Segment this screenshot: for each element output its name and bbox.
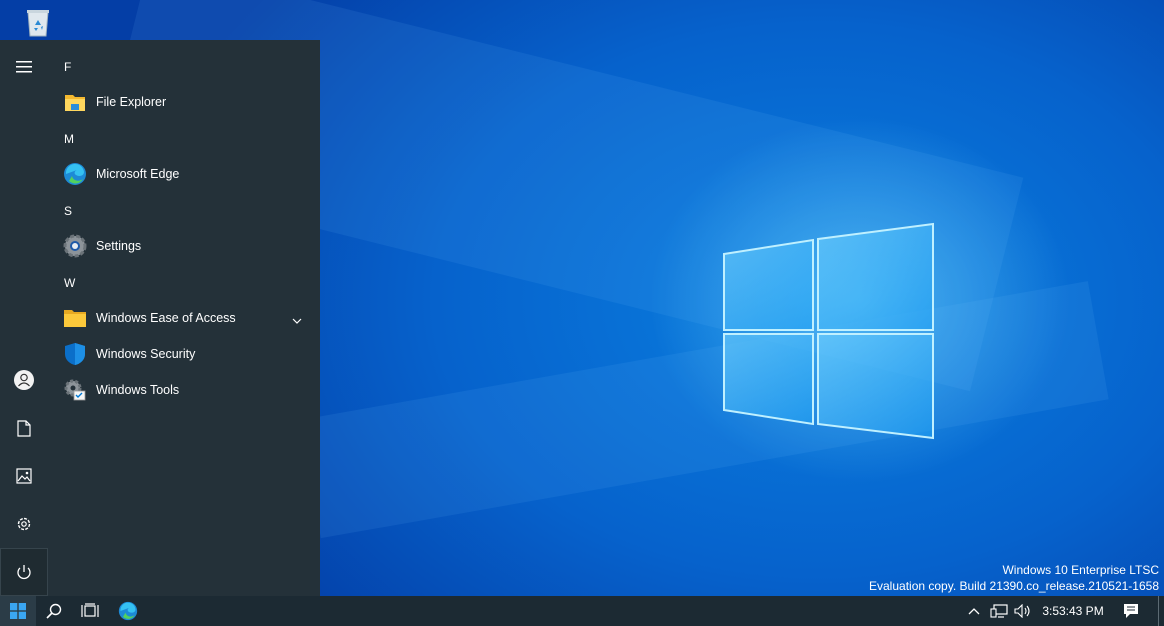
app-windows-ease-of-access[interactable]: Windows Ease of Access (48, 300, 320, 336)
network-icon[interactable] (986, 596, 1012, 626)
watermark-build: Evaluation copy. Build 21390.co_release.… (869, 579, 1159, 593)
user-account-icon[interactable] (0, 356, 48, 404)
app-file-explorer[interactable]: File Explorer (48, 84, 320, 120)
hamburger-menu-icon[interactable] (0, 43, 48, 91)
recycle-bin-icon[interactable] (22, 6, 54, 38)
app-settings[interactable]: Settings (48, 228, 320, 264)
pictures-icon[interactable] (0, 452, 48, 500)
settings-icon (63, 234, 87, 258)
app-label: Microsoft Edge (96, 167, 180, 181)
start-menu: F File Explorer M Microsoft Edge S Setti… (0, 40, 320, 596)
app-microsoft-edge[interactable]: Microsoft Edge (48, 156, 320, 192)
build-watermark: Windows 10 Enterprise LTSC Evaluation co… (869, 562, 1159, 594)
edge-icon (63, 162, 87, 186)
windows-logo-wallpaper (723, 222, 934, 440)
folder-icon (63, 306, 87, 330)
task-view-icon[interactable] (72, 596, 108, 626)
start-menu-rail (0, 40, 48, 596)
app-label: Windows Tools (96, 383, 180, 397)
windows-start-icon[interactable] (0, 596, 36, 626)
file-explorer-icon (63, 90, 87, 114)
edge-icon[interactable] (110, 596, 146, 626)
volume-icon[interactable] (1010, 596, 1036, 626)
settings-gear-icon[interactable] (0, 500, 48, 548)
search-icon[interactable] (36, 596, 72, 626)
app-label: Windows Ease of Access (96, 311, 236, 325)
app-windows-security[interactable]: Windows Security (48, 336, 320, 372)
power-icon[interactable] (0, 548, 48, 596)
section-letter-m[interactable]: M (64, 121, 94, 157)
show-desktop-divider[interactable] (1158, 596, 1159, 626)
action-center-icon[interactable] (1116, 596, 1146, 626)
section-letter-s[interactable]: S (64, 193, 94, 229)
app-label: Settings (96, 239, 142, 253)
documents-icon[interactable] (0, 404, 48, 452)
section-letter-w[interactable]: W (64, 265, 94, 301)
windows-tools-icon (63, 378, 87, 402)
shield-icon (63, 342, 87, 366)
chevron-down-icon[interactable] (292, 312, 302, 330)
taskbar: 3:53:43 PM (0, 596, 1164, 626)
clock-time[interactable]: 3:53:43 PM (1040, 596, 1106, 626)
app-label: Windows Security (96, 347, 196, 361)
app-windows-tools[interactable]: Windows Tools (48, 372, 320, 408)
watermark-edition: Windows 10 Enterprise LTSC (1002, 563, 1159, 577)
chevron-up-icon[interactable] (962, 596, 986, 626)
app-label: File Explorer (96, 95, 167, 109)
section-letter-f[interactable]: F (64, 49, 94, 85)
